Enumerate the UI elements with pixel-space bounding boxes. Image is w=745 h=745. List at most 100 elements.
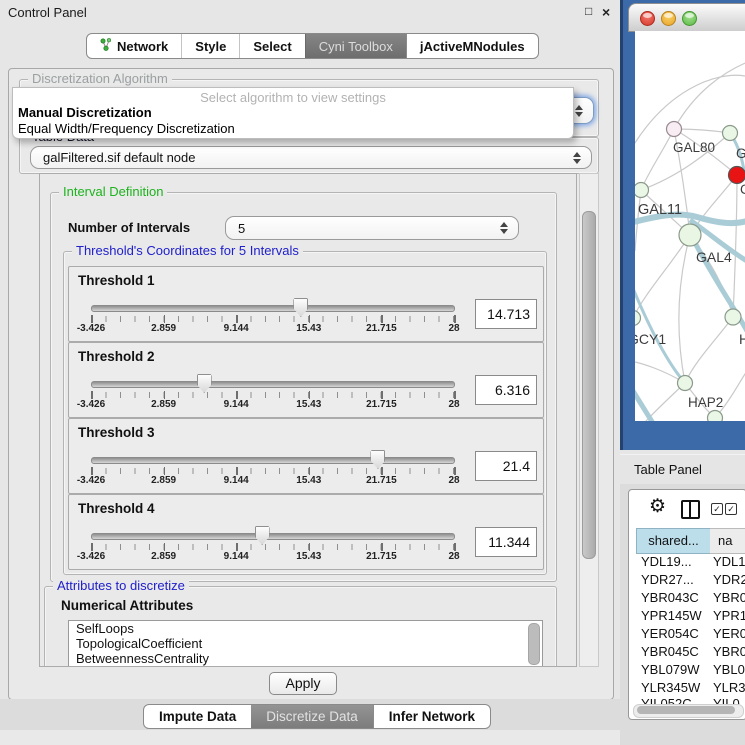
list-item[interactable]: TopologicalCoefficient	[69, 636, 542, 651]
cell-name: YBR0	[713, 589, 745, 607]
slider-ticks	[91, 392, 454, 398]
major-tick	[164, 543, 166, 551]
slider-tick-labels: -3.4262.8599.14415.4321.71528	[91, 551, 454, 563]
tab-select[interactable]: Select	[239, 34, 304, 58]
tab-network[interactable]: Network	[87, 34, 181, 58]
tab-jactivemnodules[interactable]: jActiveMNodules	[406, 34, 538, 58]
table-data-combobox[interactable]: galFiltered.sif default node	[30, 146, 592, 169]
cell-shared-name: YDL19...	[641, 553, 692, 571]
threshold-3-value-field[interactable]: 21.4	[475, 451, 537, 481]
column-header-name[interactable]: na	[710, 528, 745, 554]
list-item[interactable]: BetweennessCentrality	[69, 651, 542, 666]
checkbox-icon[interactable]: ✓	[711, 503, 723, 515]
slider-thumb[interactable]	[197, 374, 212, 393]
bottom-band-2	[0, 730, 620, 745]
major-tick	[454, 543, 456, 551]
tick-label: 9.144	[224, 323, 249, 334]
apply-button[interactable]: Apply	[269, 672, 337, 695]
tab-infer-network-label: Infer Network	[389, 709, 475, 724]
major-tick	[381, 543, 383, 551]
tick-label: -3.426	[77, 399, 105, 410]
tick-label: 9.144	[224, 551, 249, 562]
major-tick	[381, 391, 383, 399]
major-tick	[236, 467, 238, 475]
tab-discretize-data-selected[interactable]: Discretize Data	[251, 705, 373, 728]
table-hscrollbar-thumb[interactable]	[637, 706, 735, 714]
dropdown-option-manual-discretization[interactable]: Manual Discretization	[18, 105, 152, 120]
node-label-gcy1: GCY1	[635, 331, 666, 347]
tick-label: 9.144	[224, 399, 249, 410]
checkbox-icon[interactable]: ✓	[725, 503, 737, 515]
tick-label: 2.859	[151, 399, 176, 410]
close-window-icon[interactable]: ×	[602, 4, 610, 20]
tick-label: 2.859	[151, 551, 176, 562]
major-tick	[309, 467, 311, 475]
slider-tick-labels: -3.4262.8599.14415.4321.71528	[91, 323, 454, 335]
major-tick	[454, 315, 456, 323]
column-layout-icon[interactable]	[681, 500, 700, 519]
table-data-group: Table Data galFiltered.sif default node	[19, 137, 599, 174]
node-gal4[interactable]	[679, 224, 701, 246]
tab-style-label: Style	[195, 39, 226, 54]
node-gcy1[interactable]	[635, 311, 641, 326]
attributes-group: Attributes to discretize Numerical Attri…	[44, 586, 557, 667]
threshold-3-slider[interactable]: -3.4262.8599.14415.4321.71528	[91, 447, 453, 487]
cell-shared-name: YPR145W	[641, 607, 702, 625]
node-hap2[interactable]	[678, 376, 693, 391]
gear-icon[interactable]: ⚙	[649, 497, 666, 516]
tab-style[interactable]: Style	[181, 34, 239, 58]
threshold-2-value-field[interactable]: 6.316	[475, 375, 537, 405]
zoom-traffic-light[interactable]	[682, 11, 697, 26]
tab-impute-data-label: Impute Data	[159, 709, 236, 724]
threshold-1-panel: Threshold 1 -3.4262.8599.14415.4321.7152…	[68, 266, 544, 342]
slider-track	[91, 457, 455, 464]
threshold-4-value-field[interactable]: 11.344	[475, 527, 537, 557]
node-partial-top-right[interactable]	[723, 126, 738, 141]
cell-shared-name: YBL079W	[641, 661, 700, 679]
node-gal80[interactable]	[667, 122, 682, 137]
numerical-attributes-list[interactable]: SelfLoops TopologicalCoefficient Between…	[68, 620, 543, 667]
tick-label: 28	[448, 475, 459, 486]
list-scrollbar-thumb[interactable]	[528, 623, 540, 665]
tab-discretize-data-label: Discretize Data	[266, 709, 358, 724]
tick-label: -3.426	[77, 323, 105, 334]
number-of-intervals-value: 5	[226, 221, 496, 236]
table-panel-title: Table Panel	[634, 462, 702, 477]
slider-thumb[interactable]	[370, 450, 385, 469]
node-gal11[interactable]	[635, 183, 649, 198]
tab-impute-data[interactable]: Impute Data	[144, 705, 251, 728]
cyni-toolbox-panel: Discretization Algorithm Table Data galF…	[8, 68, 614, 700]
tab-cyni-toolbox-selected[interactable]: Cyni Toolbox	[305, 34, 406, 58]
float-window-icon[interactable]: □	[585, 4, 592, 18]
column-header-shared-name[interactable]: shared...	[636, 528, 711, 554]
threshold-4-slider[interactable]: -3.4262.8599.14415.4321.71528	[91, 523, 453, 563]
panel-scrollbar-thumb[interactable]	[582, 211, 596, 559]
network-view-canvas[interactable]: GAL80 GA C GAL11 GAL4 GCY1 H HAP2	[635, 31, 745, 421]
major-tick	[381, 467, 383, 475]
major-tick	[164, 391, 166, 399]
close-traffic-light[interactable]	[640, 11, 655, 26]
major-tick	[91, 391, 93, 399]
slider-thumb[interactable]	[293, 298, 308, 317]
node-partial-right[interactable]	[725, 309, 741, 325]
table-hscrollbar-track[interactable]	[633, 704, 744, 718]
major-tick	[91, 467, 93, 475]
threshold-2-slider[interactable]: -3.4262.8599.14415.4321.71528	[91, 371, 453, 411]
threshold-1-slider[interactable]: -3.4262.8599.14415.4321.71528	[91, 295, 453, 335]
slider-thumb[interactable]	[255, 526, 270, 545]
node-selected-red[interactable]	[729, 167, 745, 184]
dropdown-placeholder-option[interactable]: Select algorithm to view settings	[13, 90, 573, 105]
minimize-traffic-light[interactable]	[661, 11, 676, 26]
number-of-intervals-combobox[interactable]: 5	[225, 216, 519, 240]
network-window-titlebar[interactable]	[628, 3, 745, 32]
dropdown-option-equal-width[interactable]: Equal Width/Frequency Discretization	[18, 121, 235, 136]
tab-select-label: Select	[253, 39, 291, 54]
node-label-gal11: GAL11	[638, 202, 682, 218]
tab-infer-network[interactable]: Infer Network	[373, 705, 490, 728]
node-label-partial-mid: C	[740, 182, 745, 197]
major-tick	[164, 315, 166, 323]
list-item[interactable]: SelfLoops	[69, 621, 542, 636]
threshold-1-value-field[interactable]: 14.713	[475, 299, 537, 329]
major-tick	[309, 315, 311, 323]
node-partial-bottom[interactable]	[708, 411, 723, 422]
